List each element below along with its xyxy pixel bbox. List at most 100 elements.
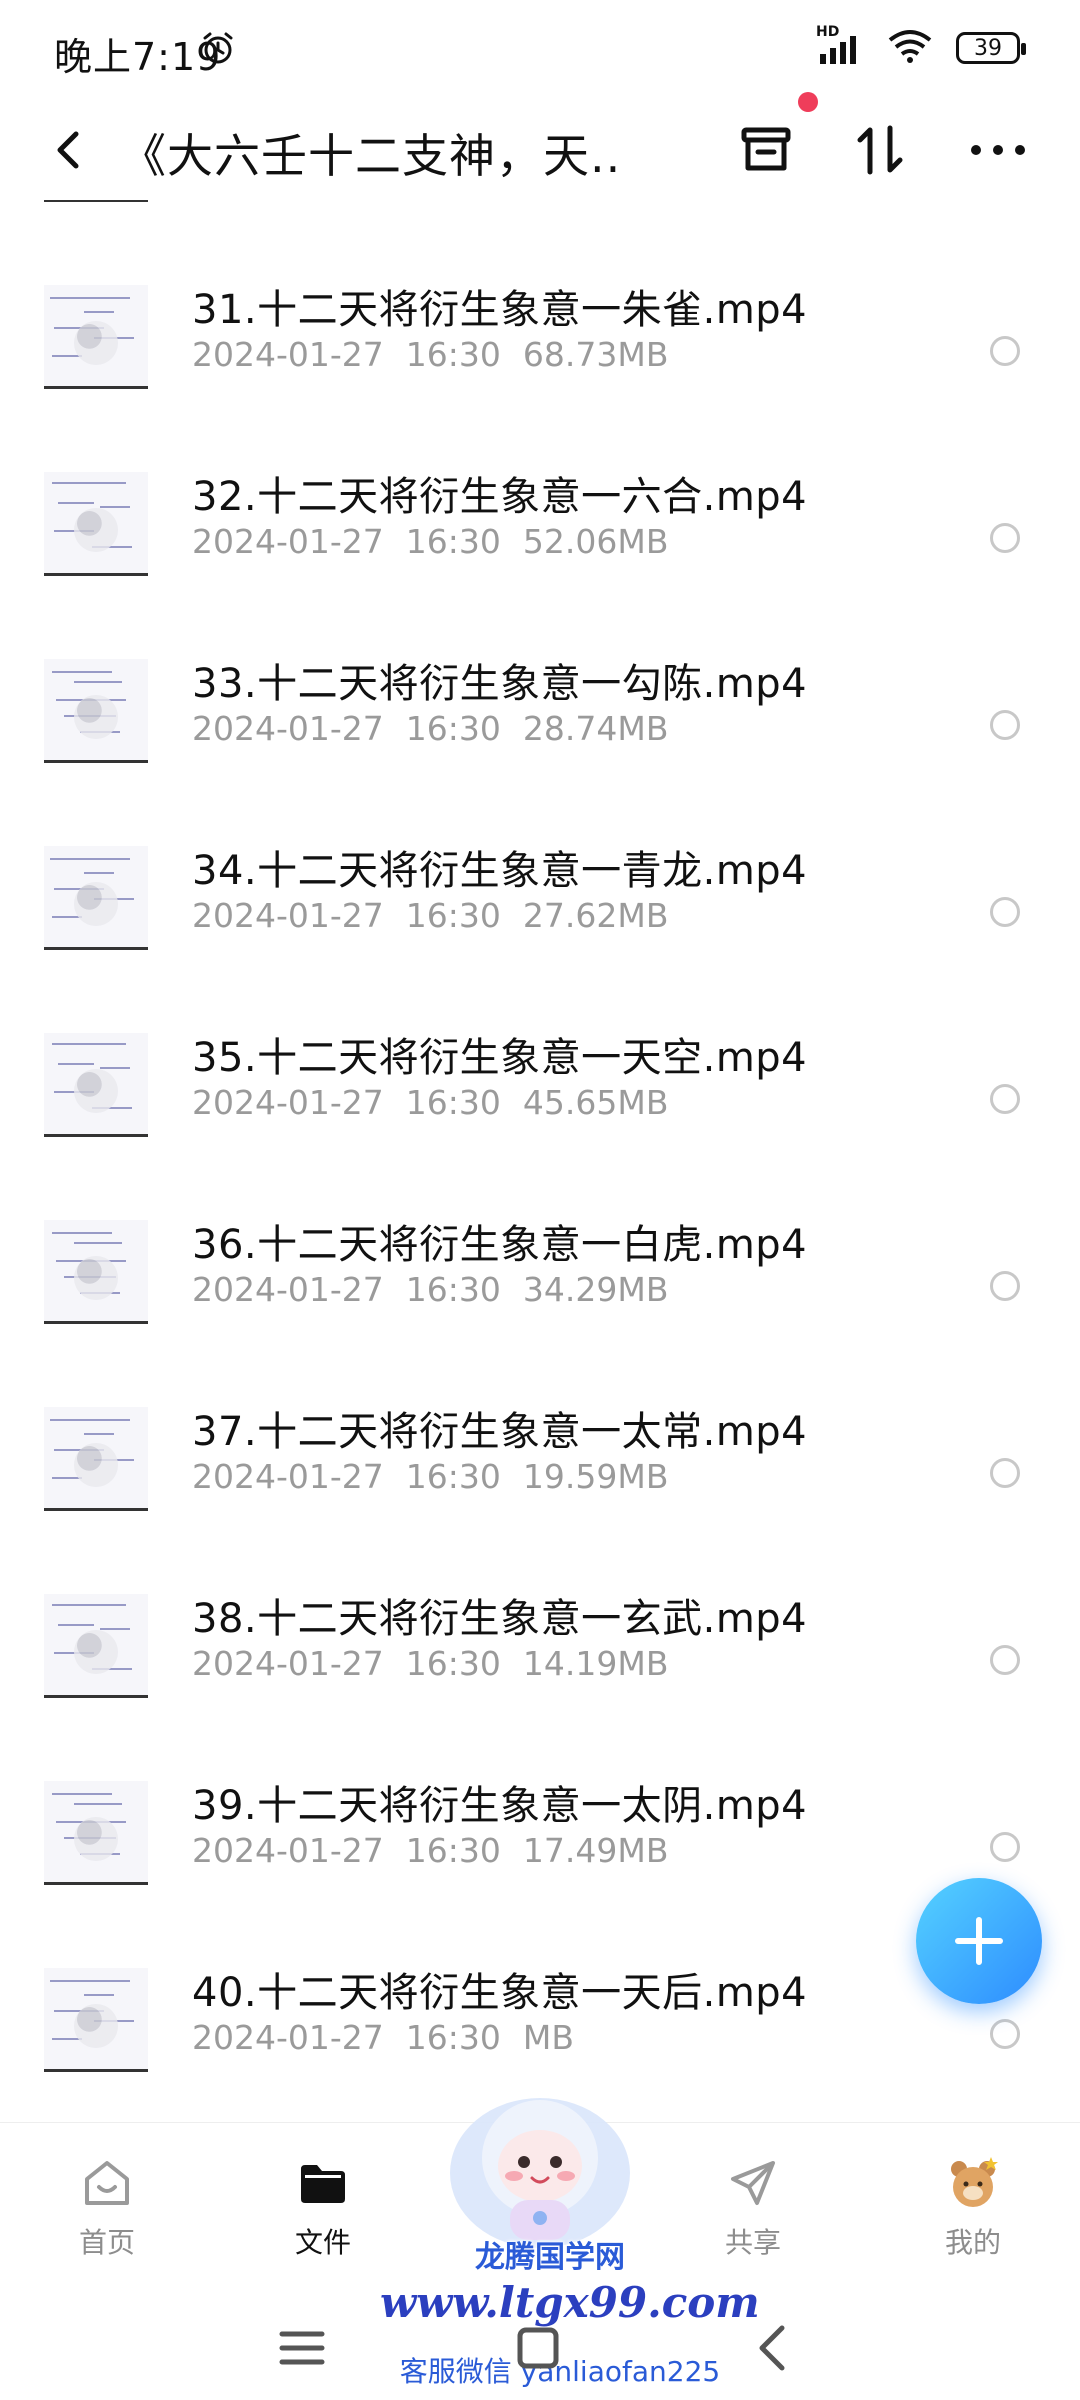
select-radio[interactable] (990, 897, 1020, 927)
thumbnail-handwriting (74, 1803, 122, 1805)
file-date: 2024-01-27 (192, 1457, 384, 1496)
add-button[interactable] (916, 1878, 1042, 2004)
file-date: 2024-01-27 (192, 522, 384, 561)
tab-home[interactable]: 首页 (32, 2133, 182, 2283)
video-thumbnail (44, 285, 148, 389)
tab-share-label: 共享 (724, 2226, 781, 2259)
thumbnail-handwriting (84, 1433, 114, 1435)
select-radio[interactable] (990, 2019, 1020, 2049)
file-row[interactable]: 34.十二天将衍生象意一青龙.mp4 2024-01-27 16:30 27.62MB (0, 818, 1080, 1005)
file-row[interactable]: 37.十二天将衍生象意一太常.mp4 2024-01-27 16:30 19.59MB (0, 1379, 1080, 1566)
thumbnail-handwriting (84, 1994, 114, 1996)
file-size: 68.73MB (522, 335, 669, 374)
sort-button[interactable] (848, 118, 912, 182)
signal-icon: HD (816, 24, 864, 66)
select-radio[interactable] (990, 1645, 1020, 1675)
thumbnail-handwriting (58, 1063, 94, 1065)
thumbnail-handwriting (100, 1628, 130, 1630)
thumbnail-handwriting (84, 872, 114, 874)
video-thumbnail (44, 1033, 148, 1137)
file-date: 2024-01-27 (192, 896, 384, 935)
file-time: 16:30 (405, 2018, 501, 2057)
transfer-list-button[interactable] (734, 118, 798, 182)
file-date: 2024-01-27 (192, 2018, 384, 2057)
thumbnail-handwriting (100, 1067, 130, 1069)
file-time: 16:30 (405, 1457, 501, 1496)
select-radio[interactable] (990, 523, 1020, 553)
file-row[interactable]: 39.十二天将衍生象意一太阴.mp4 2024-01-27 16:30 17.49MB (0, 1753, 1080, 1940)
page-title: 《大六壬十二支神，天... (120, 129, 620, 183)
file-size: 28.74MB (522, 709, 669, 748)
file-meta: 2024-01-27 16:30 27.62MB (192, 896, 668, 935)
file-size: MB (522, 2018, 575, 2057)
file-row[interactable]: 38.十二天将衍生象意一玄武.mp4 2024-01-27 16:30 14.19MB (0, 1566, 1080, 1753)
system-nav-bar (0, 2292, 1080, 2400)
more-dots-icon (971, 145, 1025, 155)
file-name: 37.十二天将衍生象意一太常.mp4 (192, 1409, 808, 1455)
select-radio[interactable] (990, 710, 1020, 740)
status-bar: 晚上7:19 HD 39 (0, 0, 1080, 100)
file-size: 52.06MB (522, 522, 669, 561)
status-icons: HD 39 (816, 24, 1026, 68)
video-thumbnail (44, 1781, 148, 1885)
thumbnail-handwriting (50, 858, 130, 860)
select-radio[interactable] (990, 1084, 1020, 1114)
yin-yang-icon (74, 1069, 118, 1113)
file-meta: 2024-01-27 16:30 14.19MB (192, 1644, 668, 1683)
tab-files[interactable]: 文件 (248, 2133, 398, 2283)
file-row[interactable]: 32.十二天将衍生象意一六合.mp4 2024-01-27 16:30 52.06MB (0, 444, 1080, 631)
file-row[interactable]: 33.十二天将衍生象意一勾陈.mp4 2024-01-27 16:30 28.74MB (0, 631, 1080, 818)
back-button[interactable] (40, 120, 100, 180)
file-name: 39.十二天将衍生象意一太阴.mp4 (192, 1783, 808, 1829)
tab-files-label: 文件 (294, 2226, 351, 2259)
battery-level: 39 (974, 35, 1002, 61)
watermark-mascot (440, 2078, 640, 2258)
file-size: 19.59MB (522, 1457, 669, 1496)
yin-yang-icon (74, 2004, 118, 2048)
watermark-title: 龙腾国学网 (475, 2240, 625, 2275)
nav-back-icon[interactable] (746, 2320, 802, 2376)
yin-yang-icon (74, 695, 118, 739)
yin-yang-icon (74, 1817, 118, 1861)
file-date: 2024-01-27 (192, 335, 384, 374)
tab-profile[interactable]: 我的 (898, 2133, 1048, 2283)
file-name: 40.十二天将衍生象意一天后.mp4 (192, 1970, 808, 2016)
thumbnail-handwriting (52, 1793, 112, 1795)
menu-icon[interactable] (274, 2320, 330, 2376)
select-radio[interactable] (990, 1458, 1020, 1488)
file-row[interactable]: 36.十二天将衍生象意一白虎.mp4 2024-01-27 16:30 34.29MB (0, 1192, 1080, 1379)
thumbnail-handwriting (52, 1043, 126, 1045)
file-name: 31.十二天将衍生象意一朱雀.mp4 (192, 287, 808, 333)
file-row[interactable]: 35.十二天将衍生象意一天空.mp4 2024-01-27 16:30 45.65MB (0, 1005, 1080, 1192)
file-meta: 2024-01-27 16:30 MB (192, 2018, 574, 2057)
file-row[interactable]: 31.十二天将衍生象意一朱雀.mp4 2024-01-27 16:30 68.73MB (0, 257, 1080, 444)
thumbnail-handwriting (52, 1604, 126, 1606)
file-meta: 2024-01-27 16:30 19.59MB (192, 1457, 668, 1496)
file-date: 2024-01-27 (192, 1831, 384, 1870)
tab-share[interactable]: 共享 (678, 2133, 828, 2283)
file-meta: 2024-01-27 16:30 17.49MB (192, 1831, 668, 1870)
file-name: 32.十二天将衍生象意一六合.mp4 (192, 474, 808, 520)
video-thumbnail (44, 1594, 148, 1698)
wifi-icon (886, 28, 934, 68)
select-radio[interactable] (990, 1832, 1020, 1862)
thumbnail-handwriting (52, 671, 112, 673)
more-button[interactable] (966, 118, 1030, 182)
select-radio[interactable] (990, 336, 1020, 366)
file-time: 16:30 (405, 522, 501, 561)
file-meta: 2024-01-27 16:30 52.06MB (192, 522, 668, 561)
share-icon (731, 2161, 775, 2205)
avatar-icon (951, 2157, 998, 2207)
notification-dot (798, 92, 818, 112)
file-time: 16:30 (405, 709, 501, 748)
file-row[interactable]: 2024-01-2716:3079.36MB (0, 200, 1080, 257)
select-radio[interactable] (990, 1271, 1020, 1301)
file-time: 16:30 (405, 1644, 501, 1683)
video-thumbnail (44, 1407, 148, 1511)
file-size: 17.49MB (522, 1831, 669, 1870)
mascot-image (450, 2098, 630, 2248)
home-square-icon[interactable] (510, 2320, 566, 2376)
thumbnail-handwriting (50, 297, 130, 299)
file-meta: 2024-01-27 16:30 68.73MB (192, 335, 668, 374)
thumbnail-handwriting (100, 506, 130, 508)
